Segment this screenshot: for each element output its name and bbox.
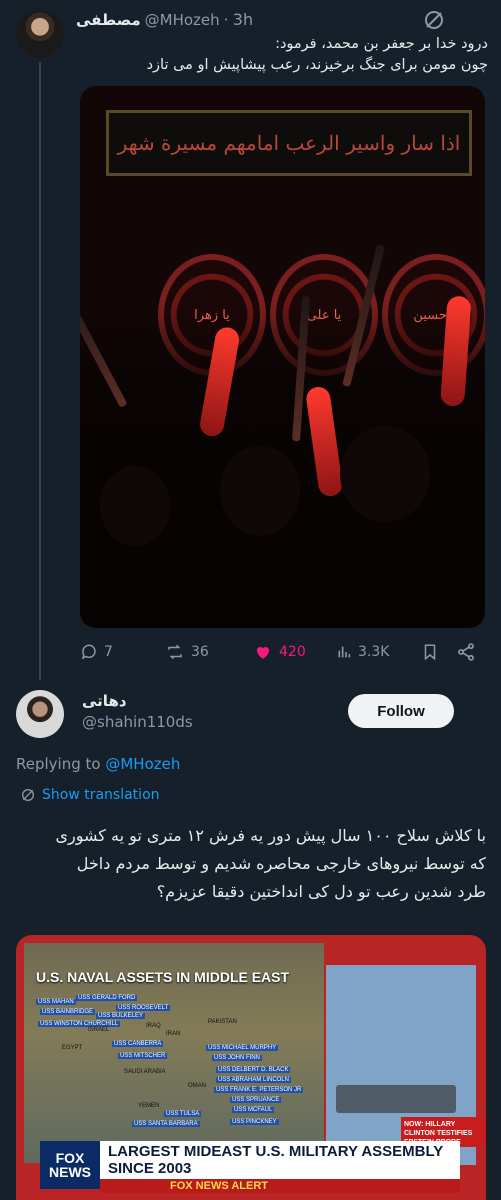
views-count: 3.3K: [358, 644, 390, 660]
ship-label: USS MCFAUL: [232, 1107, 275, 1113]
separator: ·: [223, 10, 229, 29]
reply-text-line: با کلاش سلاح ۱۰۰ سال پیش دور یه فرش ۱۲ م…: [55, 826, 487, 845]
grok-translate-icon[interactable]: [422, 8, 446, 32]
ship-label: USS CANBERRA: [112, 1041, 164, 1047]
country-label: SAUDI ARABIA: [124, 1069, 166, 1075]
ship-label: USS TULSA: [164, 1111, 202, 1117]
ship-label: USS MAHAN: [36, 999, 76, 1005]
calligraphy-banner: اذا سار واسیر الرعب امامهم مسیرة شهر: [106, 110, 472, 176]
avatar[interactable]: [16, 690, 64, 738]
lower-third-headline: LARGEST MIDEAST U.S. MILITARY ASSEMBLY S…: [40, 1141, 460, 1179]
heart-icon: [256, 646, 270, 659]
reply-text-line: که توسط نیروهای خارجی محاصره شدیم و توسط…: [76, 854, 486, 873]
country-label: PAKISTAN: [208, 1019, 237, 1025]
repost-action[interactable]: 36: [165, 642, 209, 662]
country-label: YEMEN: [138, 1103, 160, 1109]
country-label: IRAQ: [146, 1023, 161, 1029]
ship-label: USS ABRAHAM LINCOLN: [216, 1077, 292, 1083]
country-label: IRAN: [166, 1031, 181, 1037]
tweet-media-image[interactable]: اذا سار واسیر الرعب امامهم مسیرة شهر یا …: [80, 86, 485, 628]
views-action[interactable]: 3.3K: [336, 642, 389, 662]
country-label: OMAN: [188, 1083, 206, 1089]
head-silhouette: [100, 466, 170, 546]
tweet-text: درود خدا بر جعفر بن محمد، فرمود: چون موم…: [80, 34, 488, 76]
show-translation-link[interactable]: Show translation: [42, 787, 160, 803]
like-count: 420: [279, 644, 306, 660]
timestamp[interactable]: 3h: [233, 10, 253, 29]
repost-icon: [168, 644, 182, 660]
ship-label: USS SPRUANCE: [230, 1097, 282, 1103]
thread-connector-line: [39, 62, 41, 680]
reply-action[interactable]: 7: [80, 642, 113, 662]
ship-label: USS JOHN FINN: [212, 1055, 263, 1061]
tweet-text-line: درود خدا بر جعفر بن محمد، فرمود:: [275, 36, 488, 52]
logo-line: NEWS: [49, 1164, 91, 1180]
tweet-header: مصطفی @MHozeh · 3h: [76, 10, 253, 29]
reply-text-line: طرد شدین رعب تو دل کی انداختین دقیقا عزی…: [156, 882, 486, 901]
tweet-text-line: چون مومن برای جنگ برخیزند، رعب پیشاپیش ا…: [146, 57, 488, 73]
reply-user: دهاتی @shahin110ds: [82, 692, 193, 731]
map-title: U.S. NAVAL ASSETS IN MIDDLE EAST: [36, 969, 290, 985]
head-silhouette: [220, 446, 300, 536]
user-handle[interactable]: @MHozeh: [145, 11, 220, 29]
ship-label: USS SANTA BARBARA: [132, 1121, 200, 1127]
repost-count: 36: [191, 644, 209, 660]
ship-label: USS MICHAEL MURPHY: [206, 1045, 279, 1051]
reply-count: 7: [104, 644, 113, 660]
carrier-shape: [336, 1085, 456, 1113]
replying-to-label: Replying to: [16, 755, 101, 773]
share-icon[interactable]: [456, 642, 476, 662]
ship-label: USS PINCKNEY: [230, 1119, 279, 1125]
ship-label: USS ROOSEVELT: [116, 1005, 171, 1011]
ship-label: USS FRANK E. PETERSON JR: [214, 1087, 304, 1093]
head-silhouette: [340, 426, 430, 522]
ship-label: USS BULKELEY: [96, 1013, 146, 1019]
news-alert-bar: FOX NEWS ALERT: [100, 1179, 460, 1193]
follow-button[interactable]: Follow: [348, 694, 454, 728]
reply-media-image[interactable]: U.S. NAVAL ASSETS IN MIDDLE EAST USS GER…: [16, 935, 486, 1200]
replying-to-handle[interactable]: @MHozeh: [105, 755, 180, 773]
logo-line: FOX: [55, 1150, 85, 1166]
avatar[interactable]: [16, 10, 64, 58]
translate-icon: [22, 789, 34, 801]
display-name[interactable]: مصطفی: [76, 11, 141, 29]
user-handle[interactable]: @shahin110ds: [82, 713, 193, 731]
reply-icon: [81, 644, 96, 660]
ship-label: USS BAINBRIDGE: [40, 1009, 96, 1015]
ship-label: USS DELBERT D. BLACK: [216, 1067, 291, 1073]
ship-label: USS MITSCHER: [118, 1053, 168, 1059]
fox-news-logo: FOX NEWS: [40, 1141, 100, 1189]
like-action[interactable]: 420: [253, 642, 306, 662]
replying-to-line: Replying to @MHozeh: [16, 755, 180, 773]
analytics-icon: [338, 646, 351, 658]
display-name[interactable]: دهاتی: [82, 692, 193, 710]
country-label: ISRAEL: [88, 1027, 110, 1033]
reply-text: با کلاش سلاح ۱۰۰ سال پیش دور یه فرش ۱۲ م…: [16, 822, 487, 906]
bookmark-icon[interactable]: [421, 642, 439, 662]
show-translation-row[interactable]: Show translation: [20, 787, 160, 803]
ship-label: USS GERALD FORD: [76, 995, 138, 1001]
country-label: EGYPT: [62, 1045, 83, 1051]
